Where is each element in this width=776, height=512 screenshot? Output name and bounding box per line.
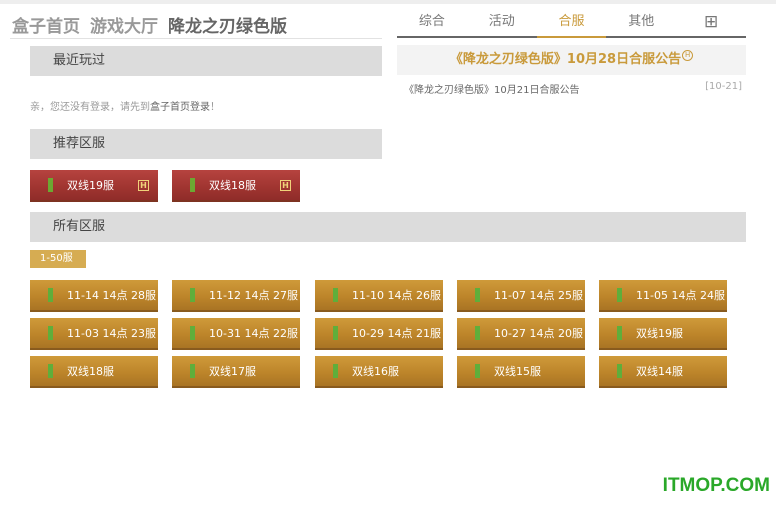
- notice-item-date: [10-21]: [705, 81, 742, 92]
- server-label: 双线14服: [636, 365, 683, 378]
- news-tabs: 综合 活动 合服 其他 ⊞: [397, 8, 746, 38]
- server-label: 双线18服: [209, 179, 256, 192]
- tab-other[interactable]: 其他: [606, 8, 676, 36]
- page-title: 降龙之刃绿色版: [168, 16, 287, 37]
- server-label: 双线18服: [67, 365, 114, 378]
- breadcrumb: 盒子首页 游戏大厅 降龙之刃绿色版: [12, 10, 287, 38]
- signal-bar-icon: [617, 326, 622, 340]
- server-button[interactable]: 双线18服: [30, 356, 158, 388]
- server-button[interactable]: 双线16服: [315, 356, 443, 388]
- signal-bar-icon: [48, 364, 53, 378]
- server-button[interactable]: 11-07 14点 25服: [457, 280, 585, 312]
- login-tip: 亲，您还没有登录，请先到盒子首页登录！: [30, 98, 220, 113]
- signal-bar-icon: [190, 178, 195, 192]
- grid-plus-icon[interactable]: ⊞: [676, 8, 746, 36]
- server-label: 11-07 14点 25服: [494, 289, 583, 302]
- server-label: 10-29 14点 21服: [352, 327, 441, 340]
- server-label: 11-10 14点 26服: [352, 289, 441, 302]
- signal-bar-icon: [475, 326, 480, 340]
- server-button[interactable]: 10-31 14点 22服: [172, 318, 300, 350]
- signal-bar-icon: [475, 364, 480, 378]
- signal-bar-icon: [48, 288, 53, 302]
- signal-bar-icon: [190, 326, 195, 340]
- header-divider: [10, 38, 382, 39]
- login-link[interactable]: 盒子首页登录: [150, 102, 210, 113]
- server-label: 双线19服: [67, 179, 114, 192]
- server-label: 11-12 14点 27服: [209, 289, 298, 302]
- section-recommended-servers: 推荐区服: [30, 129, 382, 159]
- crumb-box-home[interactable]: 盒子首页: [12, 12, 80, 37]
- top-strip: [0, 0, 776, 4]
- crumb-game-hall[interactable]: 游戏大厅: [90, 12, 158, 37]
- server-label: 双线16服: [352, 365, 399, 378]
- site-watermark: ITMOP.COM: [662, 475, 770, 496]
- signal-bar-icon: [333, 326, 338, 340]
- server-label: 双线19服: [636, 327, 683, 340]
- tab-events[interactable]: 活动: [467, 8, 537, 36]
- recommended-server-button[interactable]: 双线18服 H: [172, 170, 300, 202]
- server-button[interactable]: 11-05 14点 24服: [599, 280, 727, 312]
- tab-general[interactable]: 综合: [397, 8, 467, 36]
- signal-bar-icon: [190, 288, 195, 302]
- server-label: 11-14 14点 28服: [67, 289, 156, 302]
- notice-list-item[interactable]: 《降龙之刃绿色版》10月21日合服公告 [10-21]: [404, 81, 742, 97]
- notice-headline[interactable]: 《降龙之刃绿色版》10月28日合服公告 H: [397, 45, 746, 75]
- hot-circle-icon: H: [682, 50, 694, 61]
- server-label: 10-31 14点 22服: [209, 327, 298, 340]
- server-label: 双线17服: [209, 365, 256, 378]
- notice-item-title[interactable]: 《降龙之刃绿色版》10月21日合服公告: [404, 81, 579, 97]
- server-label: 11-03 14点 23服: [67, 327, 156, 340]
- server-button[interactable]: 11-14 14点 28服: [30, 280, 158, 312]
- signal-bar-icon: [333, 288, 338, 302]
- server-button[interactable]: 11-12 14点 27服: [172, 280, 300, 312]
- server-label: 10-27 14点 20服: [494, 327, 583, 340]
- signal-bar-icon: [617, 364, 622, 378]
- server-button[interactable]: 双线19服: [599, 318, 727, 350]
- server-button[interactable]: 10-29 14点 21服: [315, 318, 443, 350]
- server-button[interactable]: 双线17服: [172, 356, 300, 388]
- server-range-tab[interactable]: 1-50服: [30, 250, 86, 268]
- hot-badge-icon: H: [280, 180, 291, 191]
- server-button[interactable]: 10-27 14点 20服: [457, 318, 585, 350]
- signal-bar-icon: [48, 326, 53, 340]
- section-all-servers: 所有区服: [30, 212, 746, 242]
- server-label: 双线15服: [494, 365, 541, 378]
- server-button[interactable]: 双线15服: [457, 356, 585, 388]
- login-tip-text: 亲，您还没有登录，请先到: [30, 102, 150, 113]
- hot-badge-icon: H: [138, 180, 149, 191]
- tab-merge[interactable]: 合服: [536, 8, 607, 38]
- recommended-server-button[interactable]: 双线19服 H: [30, 170, 158, 202]
- signal-bar-icon: [48, 178, 53, 192]
- signal-bar-icon: [475, 288, 480, 302]
- signal-bar-icon: [617, 288, 622, 302]
- login-tip-end: ！: [210, 102, 220, 113]
- server-button[interactable]: 双线14服: [599, 356, 727, 388]
- server-button[interactable]: 11-03 14点 23服: [30, 318, 158, 350]
- server-button[interactable]: 11-10 14点 26服: [315, 280, 443, 312]
- signal-bar-icon: [333, 364, 338, 378]
- signal-bar-icon: [190, 364, 195, 378]
- notice-title[interactable]: 《降龙之刃绿色版》10月28日合服公告: [450, 52, 681, 67]
- section-recent-played: 最近玩过: [30, 46, 382, 76]
- server-label: 11-05 14点 24服: [636, 289, 725, 302]
